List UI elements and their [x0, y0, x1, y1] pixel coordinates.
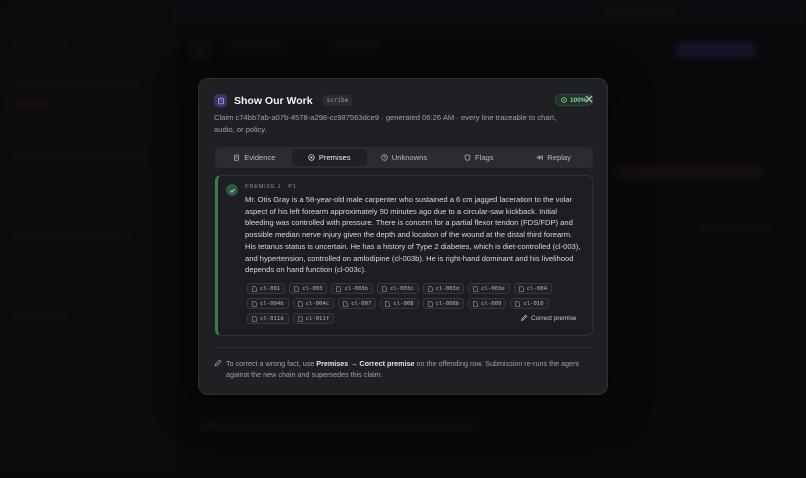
citation-chip[interactable]: cl-003	[289, 283, 328, 294]
tab-unknowns[interactable]: Unknowns	[367, 149, 442, 166]
target-icon	[308, 154, 315, 161]
document-icon	[428, 300, 433, 307]
correct-premise-button[interactable]: Correct premise	[520, 314, 576, 322]
tab-label: Replay	[547, 153, 571, 162]
citation-chip-label: cl-003	[302, 285, 323, 292]
document-icon	[298, 300, 303, 307]
document-icon	[252, 315, 257, 322]
divider	[215, 347, 593, 348]
citation-chip[interactable]: cl-011f	[292, 313, 335, 324]
citation-chip[interactable]: cl-007	[338, 298, 377, 309]
modal-title: Show Our Work	[234, 94, 313, 107]
close-icon[interactable]	[584, 94, 594, 104]
citation-chip-label: cl-003d	[435, 285, 460, 292]
footer-hint: To correct a wrong fact, use Premises → …	[226, 358, 581, 380]
citation-chip[interactable]: cl-001	[247, 283, 286, 294]
citation-chip[interactable]: cl-004b	[247, 298, 289, 309]
tab-premises[interactable]: Premises	[291, 149, 367, 166]
shield-icon	[464, 154, 471, 161]
document-icon	[382, 285, 387, 292]
scribe-badge: scribe	[322, 95, 353, 106]
tab-label: Evidence	[244, 153, 276, 162]
document-icon	[298, 315, 303, 322]
citation-chip-label: cl-010	[523, 300, 544, 307]
pencil-icon	[214, 359, 222, 367]
citation-chip[interactable]: cl-008	[380, 298, 419, 309]
citation-chip[interactable]: cl-003e	[468, 283, 510, 294]
document-icon	[252, 300, 257, 307]
show-our-work-modal: Show Our Work scribe 100% Claim c74bb7ab…	[198, 78, 608, 395]
citation-chip-label: cl-001	[260, 285, 281, 292]
citation-chip[interactable]: cl-008b	[422, 298, 465, 309]
citation-chip[interactable]: cl-003b	[331, 283, 374, 294]
citation-chip-label: cl-008b	[435, 300, 460, 307]
question-icon	[381, 154, 388, 161]
document-icon	[473, 285, 478, 292]
tab-label: Flags	[475, 153, 494, 162]
scribe-icon	[214, 94, 227, 107]
tab-evidence[interactable]: Evidence	[217, 149, 292, 166]
tab-label: Premises	[318, 153, 351, 162]
document-icon	[385, 300, 390, 307]
citation-chip-label: cl-003b	[344, 285, 369, 292]
citation-chip[interactable]: cl-003d	[422, 283, 465, 294]
document-icon	[515, 300, 520, 307]
document-icon	[252, 285, 257, 292]
citation-chip-label: cl-004b	[260, 300, 284, 307]
check-icon	[226, 184, 238, 196]
footer-hint-bold: Premises → Correct premise	[316, 359, 415, 368]
correct-premise-label: Correct premise	[531, 314, 577, 322]
claim-subtitle: Claim c74bb7ab-a07b-4578-a298-cc987563dc…	[214, 113, 557, 134]
citation-chip[interactable]: cl-009	[468, 298, 507, 309]
tab-replay[interactable]: Replay	[516, 149, 591, 166]
citation-chip-label: cl-011f	[305, 315, 330, 322]
tab-bar: Evidence Premises Unknowns Flags Replay	[215, 147, 593, 168]
citation-chip-label: cl-007	[351, 300, 372, 307]
citation-chip-label: cl-003c	[390, 285, 414, 292]
tab-flags[interactable]: Flags	[441, 149, 516, 166]
rewind-icon	[536, 155, 543, 160]
pencil-icon	[521, 314, 528, 321]
footer-hint-pre: To correct a wrong fact, use	[226, 359, 317, 368]
citation-chip[interactable]: cl-011d	[247, 313, 289, 324]
citation-chip-label: cl-011d	[260, 315, 284, 322]
document-icon	[336, 285, 342, 292]
clipboard-icon	[234, 154, 240, 161]
premise-text: Mr. Otis Gray is a 58-year-old male carp…	[245, 195, 581, 275]
document-icon	[473, 300, 478, 307]
citation-chip[interactable]: cl-004c	[292, 298, 335, 309]
document-icon	[519, 285, 524, 292]
modal-header: Show Our Work scribe	[214, 94, 353, 107]
premise-label: PREMISE 1 · P1	[245, 184, 297, 190]
citation-chip-label: cl-004	[526, 285, 547, 292]
citation-chip[interactable]: cl-010	[510, 298, 549, 309]
citation-chip-label: cl-009	[481, 300, 502, 307]
document-icon	[294, 285, 299, 292]
tab-label: Unknowns	[391, 153, 428, 162]
document-icon	[343, 300, 348, 307]
citation-chip[interactable]: cl-004	[513, 283, 552, 294]
citation-chip-label: cl-008	[393, 300, 414, 307]
citation-chip-label: cl-003e	[481, 285, 505, 292]
clock-icon	[561, 97, 567, 103]
document-icon	[428, 285, 433, 292]
premise-card: PREMISE 1 · P1 Mr. Otis Gray is a 58-yea…	[215, 175, 593, 336]
citation-chip-label: cl-004c	[305, 300, 330, 307]
citation-chip[interactable]: cl-003c	[377, 283, 419, 294]
